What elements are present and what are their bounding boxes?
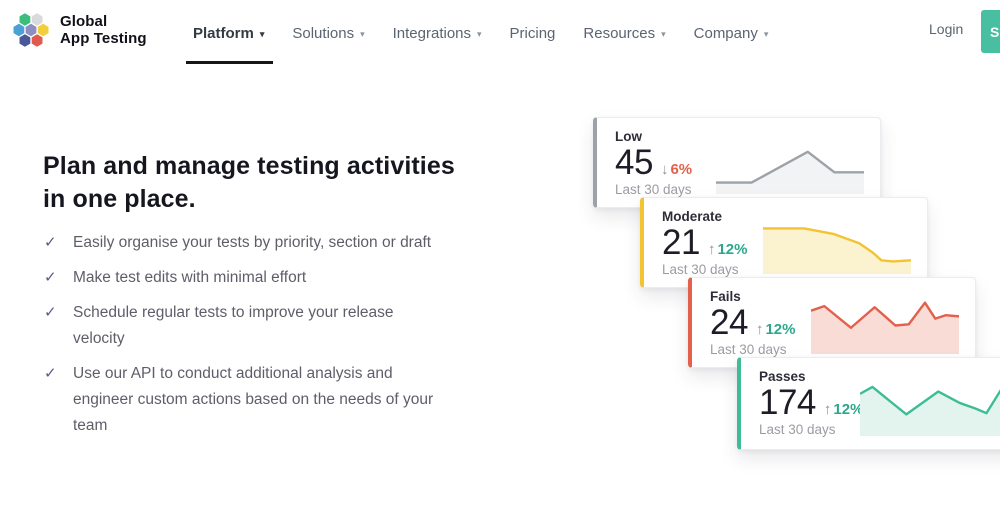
trend-percent: 12% xyxy=(765,321,795,338)
logo-text: Global App Testing xyxy=(60,13,147,47)
nav-item-label: Pricing xyxy=(510,25,556,42)
signup-button[interactable]: S xyxy=(981,10,1000,53)
arrow-up-icon: ↑ xyxy=(824,401,832,418)
sparkline-chart xyxy=(716,137,864,194)
nav-item-label: Company xyxy=(694,25,758,42)
list-item: ✓ Use our API to conduct additional anal… xyxy=(44,361,436,439)
sparkline-chart xyxy=(860,379,1000,436)
header: Global App Testing Platform ▾ Solutions … xyxy=(0,0,1000,66)
logo-text-line1: Global xyxy=(60,13,147,30)
checkmark-icon: ✓ xyxy=(44,265,57,291)
stat-card-moderate: Moderate 21 ↑ 12% Last 30 days xyxy=(640,197,928,288)
trend-badge: ↑ 12% xyxy=(708,241,748,258)
stat-value: 24 xyxy=(710,305,748,341)
trend-badge: ↓ 6% xyxy=(661,161,692,178)
chevron-down-icon: ▾ xyxy=(661,29,666,40)
logo-icon xyxy=(10,7,52,53)
logo[interactable]: Global App Testing xyxy=(10,7,147,53)
checkmark-icon: ✓ xyxy=(44,361,57,387)
nav-item-label: Platform xyxy=(193,25,254,42)
list-item: ✓ Schedule regular tests to improve your… xyxy=(44,300,436,352)
sparkline-chart xyxy=(811,297,959,354)
list-item-text: Easily organise your tests by priority, … xyxy=(73,234,431,251)
main-nav: Platform ▾ Solutions ▾ Integrations ▾ Pr… xyxy=(193,0,768,66)
checkmark-icon: ✓ xyxy=(44,230,57,256)
nav-item-pricing[interactable]: Pricing xyxy=(510,0,556,66)
trend-badge: ↑ 12% xyxy=(824,401,864,418)
stat-card-passes: Passes 174 ↑ 12% Last 30 days xyxy=(737,357,1000,450)
checkmark-icon: ✓ xyxy=(44,300,57,326)
chevron-down-icon: ▾ xyxy=(360,29,365,40)
nav-item-platform[interactable]: Platform ▾ xyxy=(193,0,264,66)
arrow-up-icon: ↑ xyxy=(756,321,764,338)
page-title: Plan and manage testing activities in on… xyxy=(43,150,478,216)
nav-item-solutions[interactable]: Solutions ▾ xyxy=(292,0,364,66)
list-item-text: Make test edits with minimal effort xyxy=(73,269,306,286)
stat-card-low: Low 45 ↓ 6% Last 30 days xyxy=(593,117,881,208)
arrow-down-icon: ↓ xyxy=(661,161,669,178)
stat-value: 45 xyxy=(615,145,653,181)
nav-item-label: Resources xyxy=(583,25,655,42)
chevron-down-icon: ▾ xyxy=(764,29,769,40)
login-link[interactable]: Login xyxy=(929,21,963,37)
stat-card-fails: Fails 24 ↑ 12% Last 30 days xyxy=(688,277,976,368)
trend-percent: 12% xyxy=(717,241,747,258)
chevron-down-icon: ▾ xyxy=(260,29,265,40)
nav-item-resources[interactable]: Resources ▾ xyxy=(583,0,665,66)
stat-value: 21 xyxy=(662,225,700,261)
feature-checklist: ✓ Easily organise your tests by priority… xyxy=(44,230,436,448)
list-item: ✓ Easily organise your tests by priority… xyxy=(44,230,436,256)
trend-percent: 6% xyxy=(670,161,692,178)
chevron-down-icon: ▾ xyxy=(477,29,482,40)
page: Global App Testing Platform ▾ Solutions … xyxy=(0,0,1000,517)
stat-value: 174 xyxy=(759,385,816,421)
sparkline-chart xyxy=(763,217,911,274)
nav-item-label: Solutions xyxy=(292,25,354,42)
nav-item-label: Integrations xyxy=(393,25,471,42)
list-item-text: Schedule regular tests to improve your r… xyxy=(73,304,394,347)
nav-item-integrations[interactable]: Integrations ▾ xyxy=(393,0,482,66)
list-item-text: Use our API to conduct additional analys… xyxy=(73,365,433,434)
trend-badge: ↑ 12% xyxy=(756,321,796,338)
list-item: ✓ Make test edits with minimal effort xyxy=(44,265,436,291)
nav-item-company[interactable]: Company ▾ xyxy=(694,0,769,66)
trend-percent: 12% xyxy=(833,401,863,418)
logo-text-line2: App Testing xyxy=(60,30,147,47)
arrow-up-icon: ↑ xyxy=(708,241,716,258)
